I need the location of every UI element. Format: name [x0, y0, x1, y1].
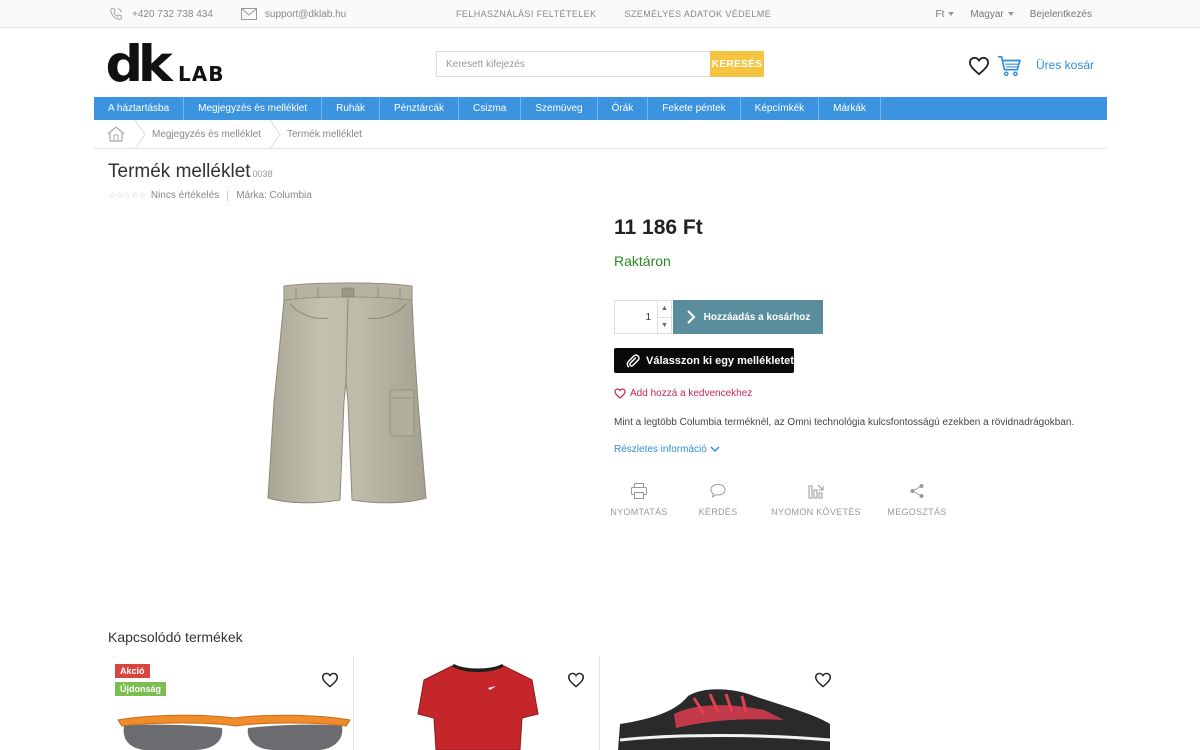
sale-badge: Akció	[115, 664, 150, 678]
watchdog-action[interactable]: NYOMON KÖVETÉS	[764, 482, 868, 517]
search-input[interactable]	[436, 51, 710, 77]
related-product-card[interactable]	[354, 656, 600, 750]
share-icon	[910, 484, 924, 498]
nav-item-brands[interactable]: Márkák	[819, 97, 881, 120]
logo-main: dk	[105, 35, 173, 93]
breadcrumb-item[interactable]: Megjegyzés és melléklet	[146, 129, 269, 140]
currency-select[interactable]: Ft	[935, 8, 955, 20]
nav-item-household[interactable]: A háztartásba	[94, 97, 185, 120]
print-label: NYOMTATÁS	[610, 507, 668, 517]
printer-icon	[631, 483, 647, 499]
terms-link[interactable]: FELHASZNÁLÁSI FELTÉTELEK	[456, 9, 596, 19]
more-info-link[interactable]: Részletes információ	[614, 444, 720, 455]
question-action[interactable]: KÉRDÉS	[686, 482, 750, 517]
home-icon	[107, 126, 125, 142]
related-product-card[interactable]: Akció Újdonság	[108, 656, 354, 750]
share-action[interactable]: MEGOSZTÁS	[880, 482, 954, 517]
rating-text: Nincs értékelés	[150, 190, 220, 201]
nav-item-boots[interactable]: Csizma	[459, 97, 522, 120]
heart-icon[interactable]	[321, 672, 339, 688]
product-actions: NYOMTATÁS KÉRDÉS NYOMON KÖVETÉS MEGOSZTÁ…	[610, 482, 954, 517]
breadcrumb-current: Termék melléklet	[286, 128, 362, 140]
breadcrumb-separator	[134, 119, 146, 149]
login-link[interactable]: Bejelentkezés	[1030, 9, 1092, 20]
product-thumbnail	[417, 664, 539, 750]
rating-stars-icon[interactable]: ☆☆☆☆☆	[108, 190, 146, 201]
quantity-increase-icon[interactable]: ▲	[658, 301, 671, 318]
email-address[interactable]: support@dklab.hu	[265, 9, 346, 20]
nav-item-watches[interactable]: Órák	[598, 97, 649, 120]
nav-item-clothes[interactable]: Ruhák	[322, 97, 380, 120]
language-select[interactable]: Magyar	[970, 8, 1014, 20]
related-products-title: Kapcsolódó termékek	[108, 629, 243, 645]
tracking-chart-icon	[808, 484, 824, 499]
product-image[interactable]	[266, 282, 430, 508]
quantity-decrease-icon[interactable]: ▼	[658, 318, 671, 334]
search-button[interactable]: KERESÉS	[710, 51, 764, 77]
add-to-cart-button[interactable]: Hozzáadás a kosárhoz	[673, 300, 823, 334]
language-value: Magyar	[970, 8, 1004, 20]
product-short-description: Mint a legtöbb Columbia terméknél, az Om…	[614, 417, 1075, 428]
privacy-link[interactable]: SZEMÉLYES ADATOK VÉDELME	[624, 9, 771, 19]
heart-icon[interactable]	[567, 672, 585, 688]
choose-attachment-label: Válasszon ki egy mellékletet	[646, 354, 794, 367]
main-nav: A háztartásba Megjegyzés és melléklet Ru…	[94, 97, 1107, 120]
top-right-controls: Ft Magyar Bejelentkezés	[935, 0, 1092, 28]
contact-info: +420 732 738 434 support@dklab.hu	[108, 0, 346, 28]
related-product-card[interactable]	[600, 656, 846, 750]
logo-sub: LAB	[178, 62, 225, 86]
choose-attachment-button[interactable]: Válasszon ki egy mellékletet	[614, 348, 794, 373]
brand-label[interactable]: Márka: Columbia	[236, 190, 312, 201]
cart-icon[interactable]	[997, 55, 1021, 77]
chat-bubble-icon	[710, 483, 726, 499]
print-action[interactable]: NYOMTATÁS	[600, 482, 678, 517]
divider	[227, 190, 229, 201]
chevron-down-icon	[948, 11, 955, 16]
paperclip-icon	[626, 353, 640, 367]
nav-item-wallets[interactable]: Pénztárcák	[380, 97, 460, 120]
add-to-cart-label: Hozzáadás a kosárhoz	[703, 311, 811, 323]
breadcrumb-separator	[269, 119, 281, 149]
site-logo[interactable]: dk LAB	[105, 35, 225, 93]
quantity-arrows: ▲ ▼	[657, 301, 671, 333]
more-info-label: Részletes információ	[614, 444, 707, 455]
chevron-down-icon	[710, 446, 720, 453]
phone-icon	[110, 8, 122, 20]
stock-status: Raktáron	[614, 253, 671, 269]
nav-item-black-friday[interactable]: Fekete péntek	[648, 97, 741, 120]
search-bar: KERESÉS	[436, 51, 764, 77]
heart-icon	[614, 388, 626, 399]
product-thumbnail	[618, 689, 831, 750]
top-bar: +420 732 738 434 support@dklab.hu FELHAS…	[0, 0, 1200, 28]
quantity-input[interactable]: 1	[615, 301, 657, 333]
product-thumbnail	[117, 714, 351, 750]
new-badge: Újdonság	[115, 682, 167, 696]
wishlist-heart-icon[interactable]	[968, 56, 990, 76]
watchdog-label: NYOMON KÖVETÉS	[771, 507, 861, 517]
share-label: MEGOSZTÁS	[887, 507, 947, 517]
cart-label[interactable]: Üres kosár	[1036, 58, 1094, 72]
breadcrumb-home[interactable]	[98, 120, 134, 149]
add-to-favourites-link[interactable]: Add hozzá a kedvencekhez	[614, 388, 752, 399]
phone-number[interactable]: +420 732 738 434	[132, 9, 213, 20]
product-title: Termék melléklet	[108, 161, 251, 182]
currency-value: Ft	[935, 8, 945, 20]
chevron-down-icon	[1007, 11, 1014, 16]
nav-item-picture-labels[interactable]: Képcímkék	[741, 97, 820, 120]
nav-item-glasses[interactable]: Szemüveg	[521, 97, 598, 120]
nav-item-notes-attachments[interactable]: Megjegyzés és melléklet	[184, 97, 323, 120]
top-links: FELHASZNÁLÁSI FELTÉTELEK SZEMÉLYES ADATO…	[456, 0, 771, 28]
add-to-favourites-label: Add hozzá a kedvencekhez	[630, 388, 753, 399]
rating-row: ☆☆☆☆☆ Nincs értékelés Márka: Columbia	[108, 190, 312, 201]
chevron-right-icon	[686, 310, 696, 324]
page-title: Termék melléklet 0038	[108, 161, 273, 183]
email-icon	[240, 8, 257, 20]
product-price: 11 186 Ft	[614, 216, 703, 239]
product-sku: 0038	[252, 169, 273, 179]
breadcrumb: Megjegyzés és melléklet Termék melléklet	[94, 119, 1107, 149]
quantity-stepper[interactable]: 1 ▲ ▼	[614, 300, 672, 334]
question-label: KÉRDÉS	[698, 507, 738, 517]
